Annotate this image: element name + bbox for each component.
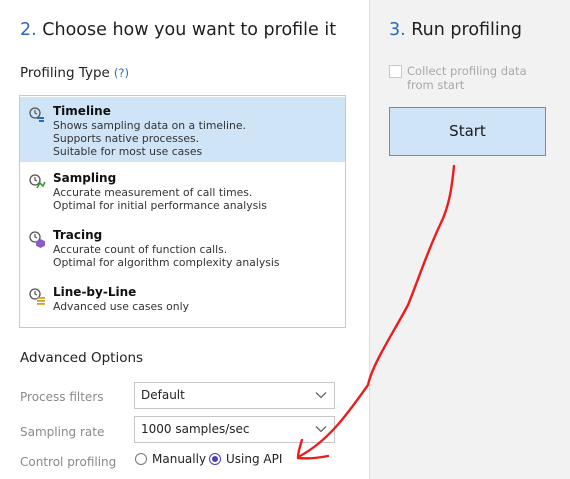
profiling-type-line-by-line[interactable]: Line-by-Line Advanced use cases only (20, 278, 345, 326)
sampling-desc-2: Optimal for initial performance analysis (53, 199, 267, 213)
timeline-desc-2: Supports native processes. (53, 132, 200, 146)
step2-number: 2. (20, 20, 37, 40)
radio-manually-circle (135, 453, 147, 465)
radio-using-api-label: Using API (226, 452, 283, 466)
control-profiling-label: Control profiling (20, 455, 117, 469)
sampling-rate-value: 1000 samples/sec (141, 422, 250, 436)
sampling-name: Sampling (53, 171, 117, 185)
step2-title: 2. Choose how you want to profile it (20, 20, 336, 40)
tracing-desc-2: Optimal for algorithm complexity analysi… (53, 256, 280, 270)
collect-from-start-checkbox[interactable] (389, 65, 402, 78)
line-by-line-icon (29, 288, 45, 305)
profiling-type-tracing[interactable]: Tracing Accurate count of function calls… (20, 221, 345, 277)
profiling-type-label: Profiling Type (?) (20, 65, 129, 81)
sampling-desc-1: Accurate measurement of call times. (53, 186, 253, 199)
profiling-type-sampling[interactable]: Sampling Accurate measurement of call ti… (20, 164, 345, 220)
profiling-type-text: Profiling Type (20, 65, 110, 81)
profiling-type-timeline[interactable]: Timeline Shows sampling data on a timeli… (20, 97, 345, 162)
process-filters-select[interactable]: Default (134, 382, 335, 409)
collect-from-start-label: Collect profiling data from start (407, 64, 527, 92)
sampling-rate-label: Sampling rate (20, 425, 105, 439)
help-link[interactable]: (?) (114, 66, 129, 80)
start-button[interactable]: Start (389, 107, 546, 156)
step3-number: 3. (389, 20, 406, 40)
radio-manually-label: Manually (152, 452, 207, 466)
process-filters-label: Process filters (20, 390, 104, 404)
process-filters-value: Default (141, 388, 185, 402)
timeline-icon (29, 107, 44, 122)
advanced-options-label: Advanced Options (20, 350, 144, 366)
radio-using-api-circle (209, 453, 221, 465)
tracing-name: Tracing (53, 228, 103, 242)
timeline-name: Timeline (53, 104, 111, 118)
step2-title-text: Choose how you want to profile it (42, 20, 337, 40)
line-by-line-desc-1: Advanced use cases only (53, 300, 190, 313)
chevron-down-icon (315, 392, 327, 399)
radio-manually[interactable]: Manually (135, 452, 206, 466)
timeline-desc-3: Suitable for most use cases (53, 145, 203, 159)
chevron-down-icon (315, 426, 327, 433)
choose-profiling-panel: 2. Choose how you want to profile it Pro… (0, 0, 368, 479)
tracing-desc-1: Accurate count of function calls. (53, 243, 228, 256)
step3-title: 3. Run profiling (389, 20, 522, 40)
tracing-icon (29, 231, 45, 248)
sampling-rate-select[interactable]: 1000 samples/sec (134, 416, 335, 443)
line-by-line-name: Line-by-Line (53, 285, 137, 299)
step3-title-text: Run profiling (411, 20, 522, 40)
timeline-desc-1: Shows sampling data on a timeline. (53, 119, 246, 132)
radio-using-api[interactable]: Using API (209, 452, 282, 466)
sampling-icon (29, 174, 46, 189)
profiling-type-list: Timeline Shows sampling data on a timeli… (19, 95, 346, 328)
